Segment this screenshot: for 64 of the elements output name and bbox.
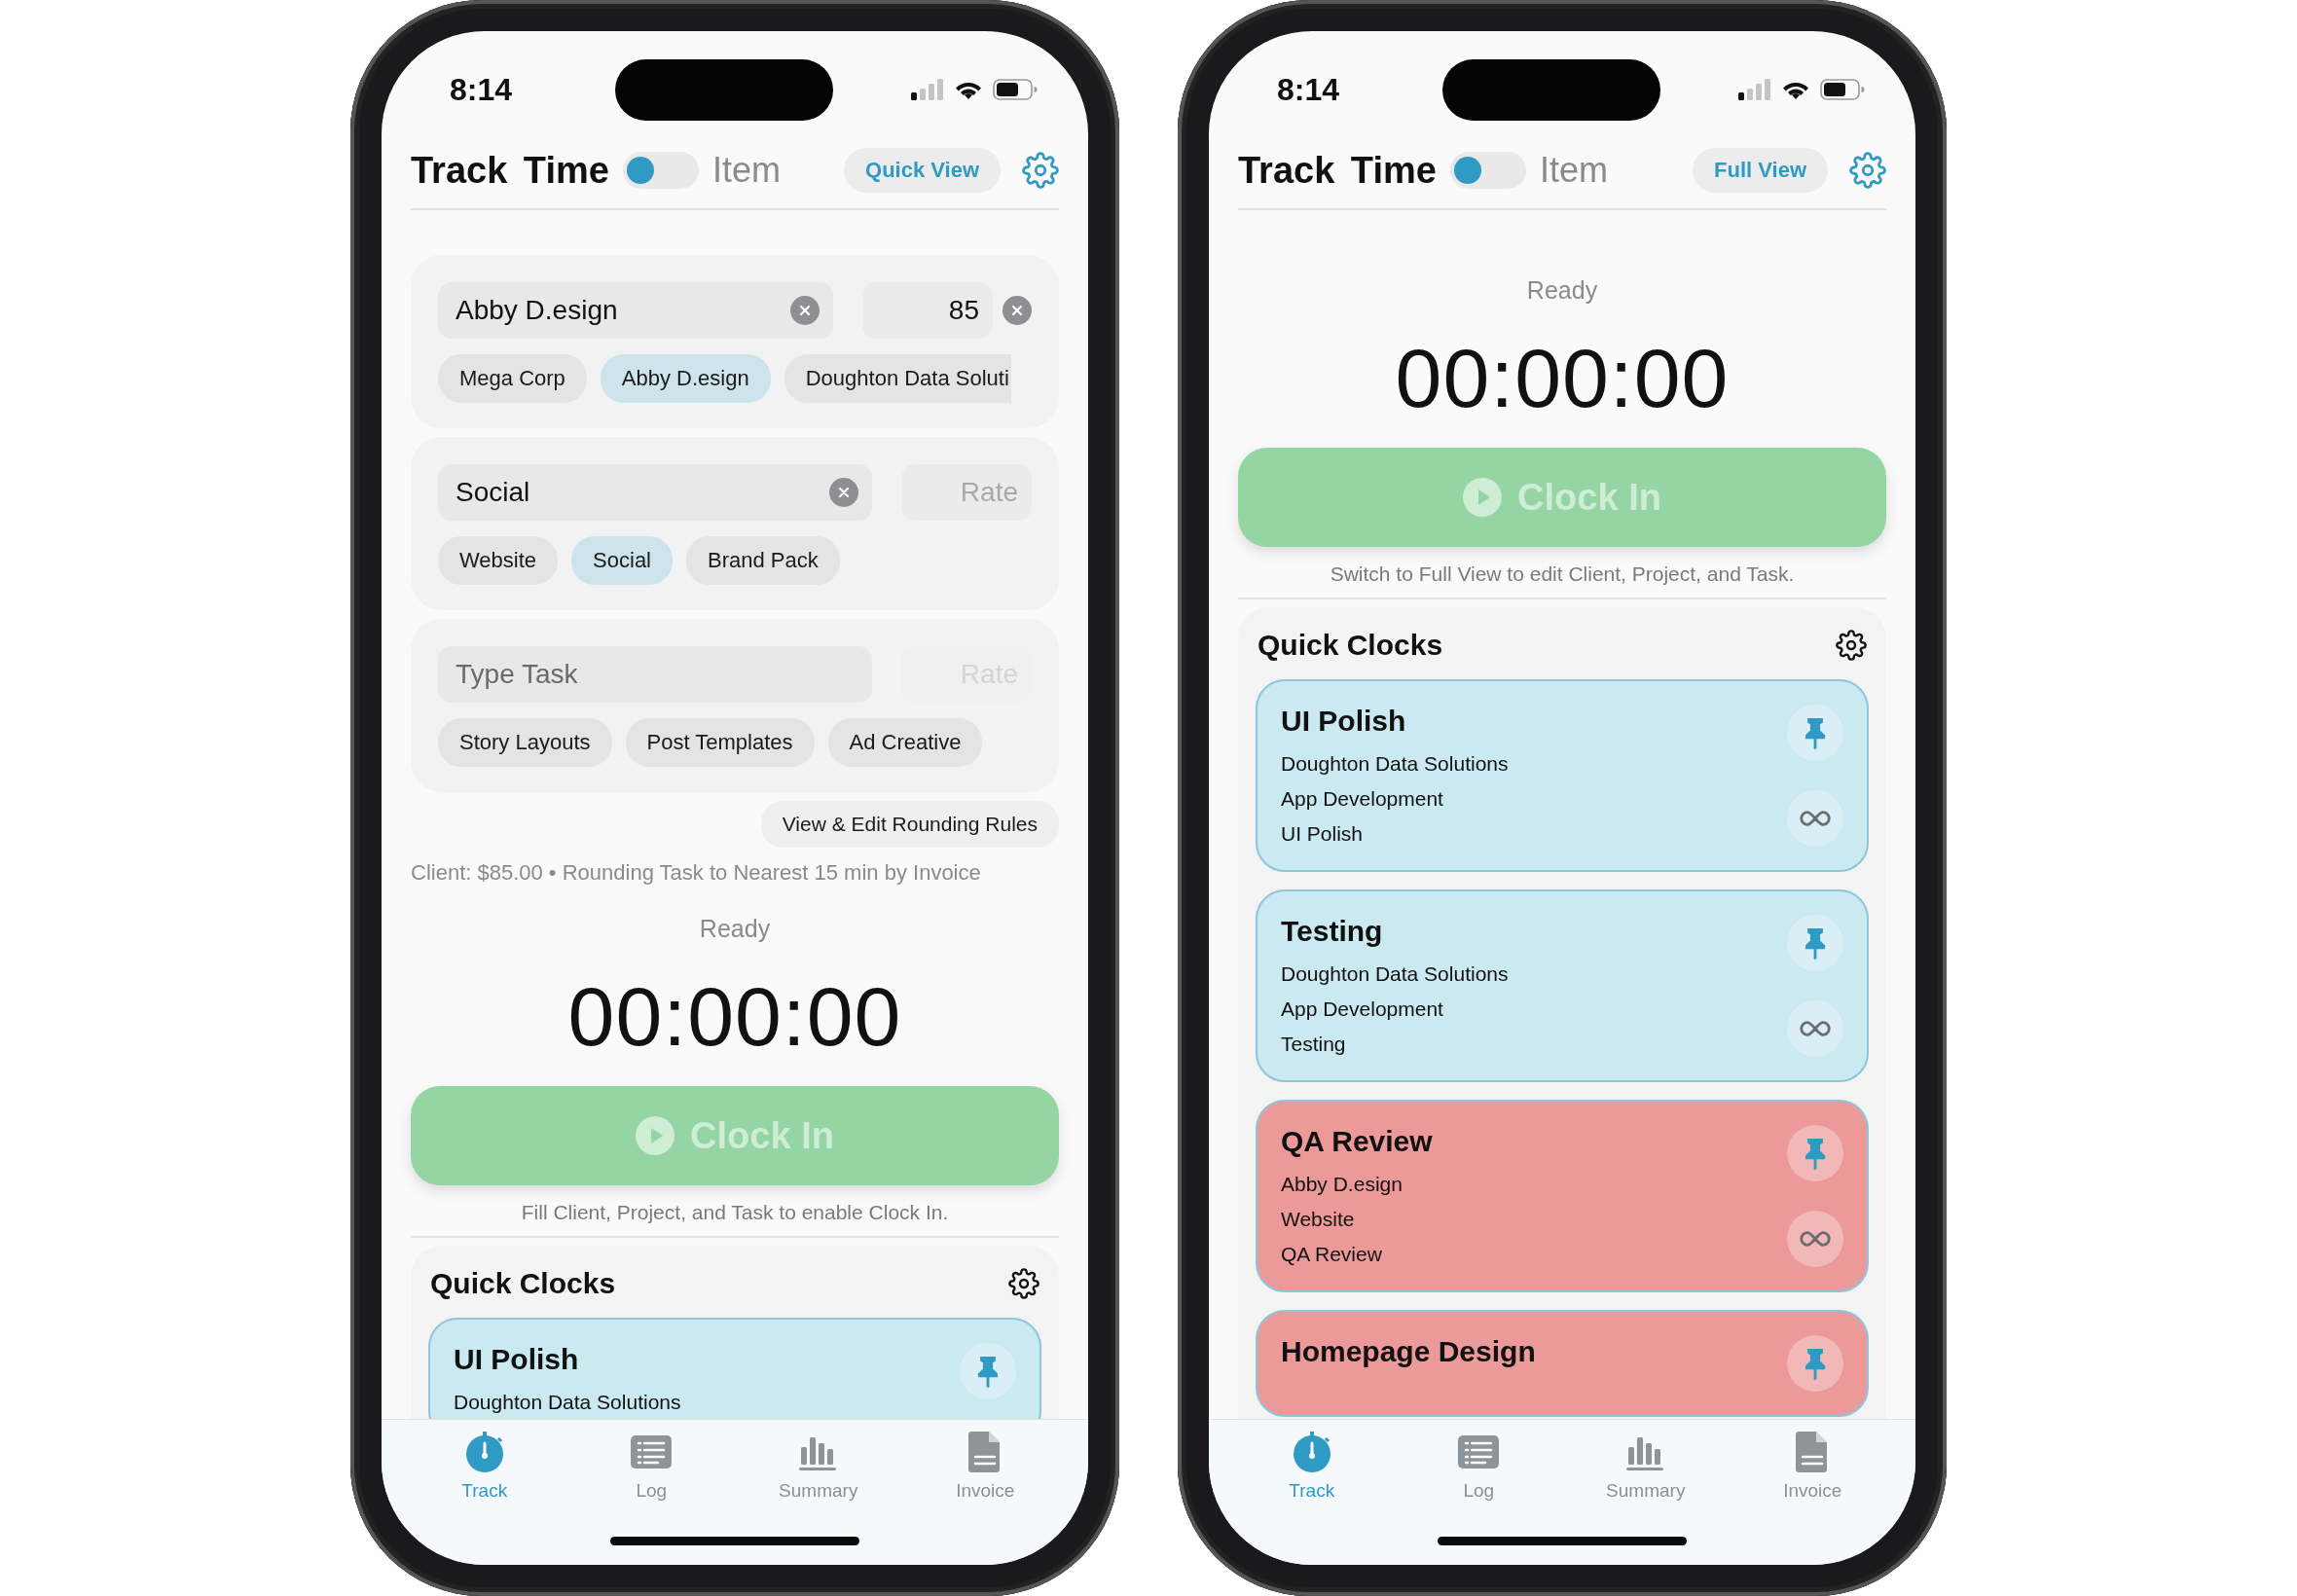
clock-detail: QA Review [1281, 1242, 1383, 1267]
clear-button[interactable] [1003, 296, 1032, 325]
clock-detail: UI Polish [1281, 821, 1365, 847]
quick-clock-card[interactable]: QA Review Abby D.esign Website QA Review [1256, 1100, 1869, 1292]
clock-detail: Testing [1281, 1032, 1347, 1057]
quick-clock-card[interactable]: UI Polish Doughton Data Solutions App Development UI Polish [1256, 679, 1869, 872]
signal-icon [911, 79, 944, 100]
suggestion-chip[interactable]: Doughton Data Soluti [784, 354, 1011, 403]
section-title: Quick Clocks [1258, 629, 1443, 662]
clock-detail: Website [1281, 1207, 1356, 1232]
section-title: Quick Clocks [430, 1267, 616, 1300]
page-title: Track Time [1238, 149, 1437, 192]
clock-detail: App Development [1281, 786, 1444, 812]
text-field[interactable]: Type Task [438, 646, 872, 703]
rounding-rules-button[interactable]: View & Edit Rounding Rules [760, 801, 1059, 848]
rate-summary: Client: $85.00 • Rounding Task to Nearest 15 min by Invoice [411, 860, 982, 886]
rate-field[interactable]: Rate [901, 464, 1032, 521]
timer-display: 00:00:00 [566, 968, 903, 1065]
play-icon [636, 1116, 675, 1155]
status-time: 8:14 [450, 71, 514, 108]
clock-title: Homepage Design [1281, 1335, 1537, 1368]
quick-clock-card[interactable]: Testing Doughton Data Solutions App Development Testing [1256, 889, 1869, 1082]
clock-detail: Doughton Data Solutions [1281, 961, 1510, 987]
status-time: 8:14 [1277, 71, 1341, 108]
clock-detail: Doughton Data Solutions [1281, 751, 1510, 777]
play-icon [1463, 478, 1503, 517]
clock-title: Testing [1281, 915, 1384, 948]
mode-toggle[interactable] [1449, 152, 1526, 189]
rate-field[interactable]: 85 [862, 282, 993, 339]
settings-icon[interactable] [1008, 1268, 1039, 1299]
settings-icon[interactable] [1836, 630, 1867, 661]
clock-title: UI Polish [454, 1343, 580, 1376]
suggestion-chip[interactable]: Website [438, 536, 559, 585]
x-icon [798, 304, 812, 317]
battery-icon [993, 79, 1038, 100]
timer-display: 00:00:00 [1394, 330, 1731, 426]
clock-detail: Abby D.esign [1281, 1172, 1404, 1197]
hint-text: Fill Client, Project, and Task to enable Clock In. [411, 1201, 1059, 1238]
suggestion-chip[interactable]: Ad Creative [827, 718, 983, 767]
suggestion-chip[interactable]: Social [571, 536, 673, 585]
hint-text: Switch to Full View to edit Client, Project, and Task. [1238, 562, 1886, 599]
timer-status: Ready [698, 915, 772, 943]
suggestion-chip[interactable]: Post Templates [625, 718, 815, 767]
x-icon [1010, 304, 1024, 317]
signal-icon [1738, 79, 1771, 100]
suggestion-chip[interactable]: Abby D.esign [600, 354, 771, 403]
suggestion-chip[interactable]: Mega Corp [438, 354, 587, 403]
x-icon [837, 486, 851, 499]
battery-icon [1820, 79, 1865, 100]
clock-detail: App Development [1281, 997, 1444, 1022]
clock-detail: Doughton Data Solutions [454, 1390, 682, 1415]
text-field[interactable]: Social [438, 464, 872, 521]
suggestion-chip[interactable]: Brand Pack [686, 536, 840, 585]
toggle-label: Item [711, 150, 781, 191]
page-title: Track Time [411, 149, 609, 192]
timer-status: Ready [1525, 276, 1599, 305]
text-field[interactable]: Abby D.esign [438, 282, 833, 339]
toggle-label: Item [1539, 150, 1608, 191]
quick-clock-card[interactable]: Homepage Design [1256, 1310, 1869, 1417]
quick-clock-card[interactable]: UI Polish Doughton Data Solutions [428, 1318, 1041, 1419]
mode-toggle[interactable] [622, 152, 699, 189]
clock-title: QA Review [1281, 1125, 1434, 1158]
suggestion-chip[interactable]: Story Layouts [438, 718, 612, 767]
clock-title: UI Polish [1281, 705, 1407, 738]
